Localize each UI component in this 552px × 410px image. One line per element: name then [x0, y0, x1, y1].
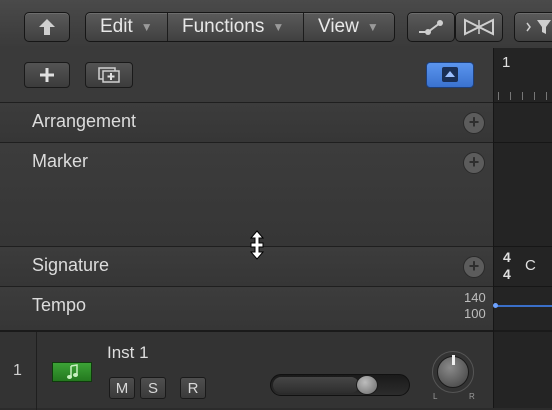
signature-label: Signature [32, 255, 110, 275]
volume-slider-knob[interactable] [356, 375, 378, 395]
pan-left-label: L [433, 392, 438, 401]
timeline-area[interactable]: 1 4 4 C [493, 48, 552, 408]
filter-button[interactable] [514, 12, 552, 42]
signature-top: 4 [503, 249, 511, 265]
tempo-line [494, 305, 552, 307]
marker-label: Marker [32, 151, 89, 171]
tempo-track-header[interactable]: Tempo 140 100 [0, 286, 493, 330]
music-note-icon [67, 364, 78, 379]
track-divider [494, 246, 552, 247]
chevron-down-icon: ▼ [140, 20, 153, 34]
track-divider [494, 286, 552, 287]
tempo-range-top: 140 [464, 290, 486, 305]
marker-track-header[interactable]: Marker + [0, 142, 493, 246]
view-menu-label: View [318, 16, 359, 37]
volume-slider[interactable] [270, 374, 410, 396]
track-area-toolbar: Edit ▼ Functions ▼ View ▼ [0, 0, 552, 49]
ruler-ticks [498, 92, 552, 100]
track-divider [494, 330, 552, 332]
chevron-down-icon: ▼ [272, 20, 285, 34]
flex-bowtie-icon [464, 18, 494, 36]
edit-menu-label: Edit [100, 16, 133, 37]
pan-right-label: R [469, 392, 475, 401]
track-icon[interactable] [52, 362, 92, 382]
plus-icon [40, 68, 54, 82]
resize-cursor-icon [249, 230, 265, 260]
tempo-point[interactable] [493, 303, 498, 308]
pan-knob-indicator [452, 355, 455, 365]
add-track-button[interactable] [24, 62, 70, 88]
track-number: 1 [13, 362, 22, 379]
automation-curve-icon [419, 20, 443, 35]
add-track-stack-button[interactable] [85, 62, 133, 88]
arrangement-label: Arrangement [32, 111, 137, 131]
signature-track-header[interactable]: Signature + [0, 246, 493, 286]
view-menu[interactable]: View ▼ [304, 13, 394, 41]
solo-button[interactable]: S [140, 377, 166, 399]
tempo-label: Tempo [32, 295, 87, 315]
functions-menu-label: Functions [182, 16, 265, 37]
ruler-divider [494, 102, 552, 103]
eject-triangle-icon [442, 67, 458, 82]
mute-button[interactable]: M [109, 377, 135, 399]
flex-button[interactable] [455, 12, 503, 42]
functions-menu[interactable]: Functions ▼ [168, 13, 304, 41]
signature-bottom: 4 [503, 266, 511, 282]
back-button[interactable] [24, 12, 70, 42]
track-name[interactable]: Inst 1 [107, 343, 149, 363]
track-header[interactable]: 1 Inst 1 M S R L R [0, 330, 493, 410]
up-arrow-icon [39, 19, 55, 35]
arrangement-track-header[interactable]: Arrangement + [0, 102, 493, 142]
track-divider [494, 142, 552, 143]
automation-button[interactable] [407, 12, 455, 42]
global-tracks-toggle-button[interactable] [426, 62, 474, 88]
add-marker-icon[interactable]: + [463, 152, 485, 174]
edit-menu[interactable]: Edit ▼ [86, 13, 168, 41]
chevron-down-icon: ▼ [366, 20, 379, 34]
record-enable-button[interactable]: R [180, 377, 206, 399]
tempo-range-bottom: 100 [464, 306, 486, 321]
bar-number: 1 [502, 54, 511, 71]
global-tracks-header: Arrangement + Marker + Signature + Tempo… [0, 48, 493, 330]
add-signature-icon[interactable]: + [463, 256, 485, 278]
filter-icon [526, 20, 551, 34]
add-track-stack-icon [98, 67, 120, 83]
menu-bar: Edit ▼ Functions ▼ View ▼ [85, 12, 395, 42]
volume-slider-fill [273, 377, 359, 393]
add-arrangement-icon[interactable]: + [463, 112, 485, 134]
pan-knob[interactable] [432, 351, 474, 393]
track-number-divider [36, 332, 37, 410]
key-signature: C [525, 257, 536, 274]
